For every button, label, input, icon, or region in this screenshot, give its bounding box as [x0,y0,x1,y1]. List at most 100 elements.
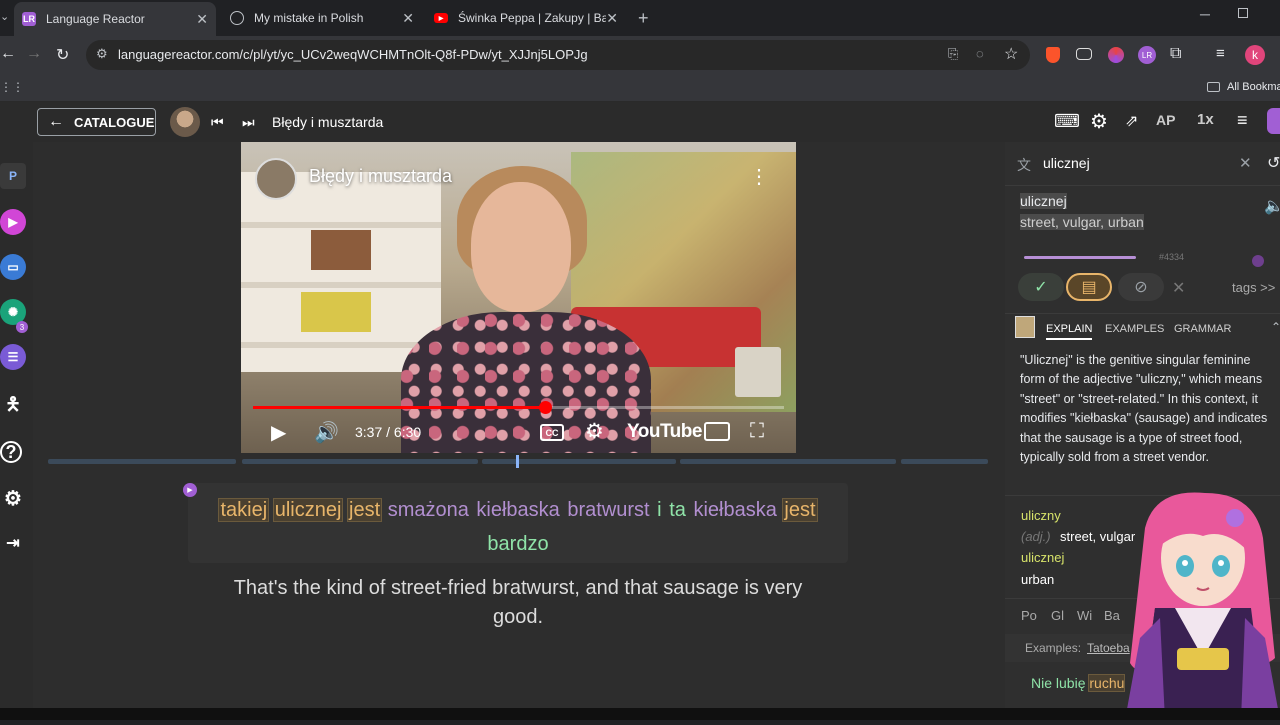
tab-language-reactor[interactable]: LR Language Reactor ✕ [14,2,216,36]
folder-icon [1207,82,1220,92]
close-tab-icon[interactable]: ✕ [606,10,618,27]
lr-panel-icon[interactable] [1267,108,1280,134]
subtitle-word[interactable]: jest [782,498,818,522]
maximize-window-icon[interactable] [1238,8,1248,18]
speed-button[interactable]: 1x [1197,111,1214,128]
dictionary-search-input[interactable]: ulicznej [1043,155,1090,171]
source-po[interactable]: Po [1021,608,1037,623]
subtitle-word[interactable]: kiełbaska [692,499,777,521]
reload-icon[interactable]: ↻ [56,45,69,65]
apps-grid-icon[interactable]: ⋮⋮ [0,80,24,94]
subtitle-word[interactable]: i [656,499,662,521]
autopause-button[interactable]: AP [1156,112,1175,128]
video-progress-bar[interactable] [253,401,784,414]
fullscreen-icon[interactable]: ⛶ [750,420,764,443]
previous-track-icon[interactable]: ⏮ [211,114,224,131]
keyboard-icon[interactable]: ⌨ [1054,111,1080,132]
subtitle-word[interactable]: kiełbaska [475,499,560,521]
help-icon[interactable]: ? [0,441,22,463]
subtitle-word[interactable]: takiej [218,498,270,522]
tab-examples[interactable]: EXAMPLES [1105,323,1164,335]
video-player[interactable]: Błędy i musztarda ⋮ ▶ 🔊 3:37 / 6:30 CC ⚙… [241,142,796,453]
new-tab-icon[interactable]: + [638,8,649,29]
subtitle-timeline[interactable] [48,455,988,468]
source-wi[interactable]: Wi [1077,608,1092,623]
volume-icon[interactable]: 🔊 [314,420,339,445]
speaker-icon[interactable]: 🔈 [1264,196,1280,216]
clear-search-icon[interactable]: ✕ [1239,154,1252,172]
ignore-word-button[interactable]: ⊘ [1118,273,1164,301]
language-reactor-favicon-icon: LR [22,12,36,26]
url-text[interactable]: languagereactor.com/c/pl/yt/yc_UCv2weqWC… [118,47,588,62]
all-bookmarks-link[interactable]: All Bookmar [1227,81,1280,93]
subtitle-box: ▶ takiej ulicznej jest smażona kiełbaska… [183,483,848,563]
tags-link[interactable]: tags >> [1232,280,1275,295]
tab-explain[interactable]: EXPLAIN [1046,323,1093,340]
install-app-icon[interactable]: ⎘ [948,46,958,62]
examples-label: Examples: [1025,641,1082,655]
video-more-icon[interactable]: ⋮ [749,164,769,189]
rail-badge: 3 [16,321,28,333]
mark-known-button[interactable]: ✓ [1018,273,1064,301]
share-icon[interactable]: ⇗ [1125,111,1138,131]
eye-off-icon[interactable]: ◌ [976,46,984,61]
subtitle-line: takiej ulicznej jest smażona kiełbaska b… [188,493,848,561]
settings-icon[interactable]: ⚙ [1090,109,1108,134]
catalogue-button[interactable]: ← CATALOGUE [37,108,156,136]
left-rail: › P ▶ ▭ ✺ 3 ☰ 🯅 ? ⚙ ⇥ [0,102,33,708]
subtitle-word[interactable]: bratwurst [566,499,650,521]
translate-icon: 文 [1017,157,1031,173]
cast-icon[interactable] [704,422,730,441]
example-sentence: Nie lubię ruchu [1031,674,1126,692]
settings-gear-icon[interactable]: ⚙ [0,485,26,511]
menu-icon[interactable]: ≡ [1237,110,1248,131]
reading-list-icon[interactable]: ≡ [1216,45,1225,62]
video-channel-avatar[interactable] [255,158,297,200]
word-form[interactable]: ulicznej [1021,550,1064,565]
chat-icon[interactable]: ▭ [0,254,26,280]
extensions-puzzle-icon[interactable]: ⧉ [1170,45,1181,63]
brave-shield-icon[interactable] [1046,47,1060,63]
mark-learning-button[interactable]: ▤ [1066,273,1112,301]
ai-mac-icon [1015,316,1035,338]
language-reactor-extension-icon[interactable]: LR [1138,46,1156,64]
accessibility-icon[interactable]: 🯅 [0,394,26,420]
youtube-logo[interactable]: YouTube [627,421,702,443]
close-tab-icon[interactable]: ✕ [402,10,414,27]
logout-icon[interactable]: ⇥ [0,530,26,556]
history-icon[interactable]: ↺ [1267,153,1280,173]
play-mode-icon[interactable]: ▶ [0,209,26,235]
tab-search-icon[interactable]: ⌄ [0,10,9,23]
list-icon[interactable]: ☰ [0,344,26,370]
video-scrubber[interactable] [539,401,553,414]
minimize-window-icon[interactable]: ─ [1200,6,1210,22]
bookmark-star-icon[interactable]: ☆ [1004,44,1018,64]
colorful-extension-icon[interactable] [1108,47,1124,63]
lemma[interactable]: uliczny [1021,508,1061,523]
site-info-icon[interactable]: ⚙ [96,46,108,62]
source-gl[interactable]: Gl [1051,608,1064,623]
next-track-icon[interactable]: ⏭ [242,114,255,131]
back-icon[interactable]: ← [0,45,16,63]
address-bar[interactable]: ⚙ languagereactor.com/c/pl/yt/yc_UCv2weq… [86,40,1030,70]
profile-p-button[interactable]: P [0,163,26,189]
close-tab-icon[interactable]: ✕ [196,11,208,28]
captions-icon[interactable]: CC [540,424,564,441]
remove-status-icon[interactable]: ✕ [1172,278,1185,298]
play-icon[interactable]: ▶ [271,420,286,445]
tab-grammar[interactable]: GRAMMAR [1174,323,1231,335]
subtitle-word[interactable]: ulicznej [272,498,344,522]
video-settings-icon[interactable]: ⚙ [585,419,604,444]
forward-icon[interactable]: → [26,45,42,63]
video-overlay-title[interactable]: Błędy i musztarda [309,166,452,187]
profile-avatar[interactable]: k [1245,45,1265,65]
subtitle-word[interactable]: bardzo [486,533,549,555]
subtitle-word[interactable]: ta [668,499,687,521]
mask-extension-icon[interactable] [1076,48,1092,60]
tab-my-mistake[interactable]: My mistake in Polish ✕ [222,4,422,32]
subtitle-word[interactable]: jest [346,498,383,522]
channel-avatar[interactable] [170,107,200,137]
tab-peppa[interactable]: ▶ Świnka Peppa | Zakupy | Bajki P ✕ [426,4,626,32]
collapse-icon[interactable]: ⌃ [1271,320,1280,334]
subtitle-word[interactable]: smażona [387,499,470,521]
